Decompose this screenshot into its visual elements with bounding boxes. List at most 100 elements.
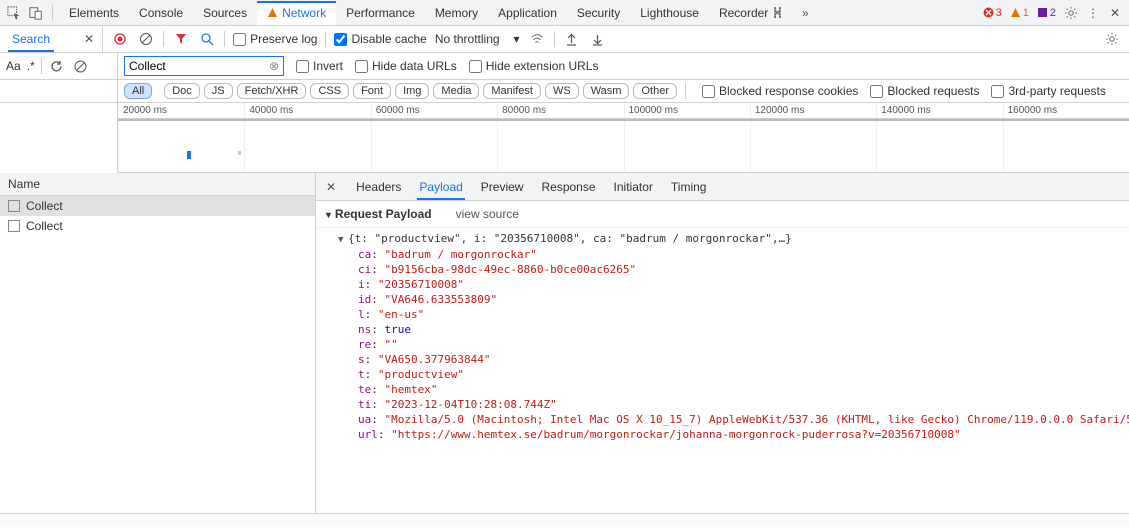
- export-har-icon[interactable]: [589, 30, 607, 48]
- tab-recorder[interactable]: Recorder: [709, 1, 793, 25]
- payload-property[interactable]: ca: "badrum / morgonrockar": [358, 247, 1117, 262]
- filter-input-field[interactable]: [129, 59, 269, 73]
- network-toolbar: Preserve log Disable cache No throttling…: [103, 26, 1129, 52]
- request-row[interactable]: Collect: [0, 216, 315, 236]
- tab-application[interactable]: Application: [488, 1, 567, 25]
- throttling-select[interactable]: No throttling ▾: [435, 32, 520, 46]
- payload-property[interactable]: t: "productview": [358, 367, 1117, 382]
- filter-row: Aa .* ⊗ Invert Hide data URLs Hide exten…: [0, 53, 1129, 80]
- request-list: Name CollectCollect: [0, 173, 316, 513]
- clear-icon[interactable]: [137, 30, 155, 48]
- hide-data-urls-checkbox[interactable]: Hide data URLs: [355, 59, 457, 73]
- blocked_req-checkbox[interactable]: Blocked requests: [870, 84, 979, 98]
- third_party-checkbox[interactable]: 3rd-party requests: [991, 84, 1105, 98]
- issues-badge[interactable]: 2: [1037, 7, 1056, 19]
- clear-search-icon[interactable]: [72, 57, 90, 75]
- close-search-icon[interactable]: ✕: [84, 32, 94, 46]
- type-pill-manifest[interactable]: Manifest: [483, 83, 541, 99]
- timeline-ruler[interactable]: 20000 ms40000 ms60000 ms80000 ms100000 m…: [118, 103, 1129, 119]
- tab-elements[interactable]: Elements: [59, 1, 129, 25]
- close-detail-icon[interactable]: ✕: [322, 180, 340, 194]
- timeline-tick: 80000 ms: [497, 103, 623, 118]
- tab-performance[interactable]: Performance: [336, 1, 425, 25]
- payload-property[interactable]: re: "": [358, 337, 1117, 352]
- type-pill-css[interactable]: CSS: [310, 83, 349, 99]
- hide-ext-urls-checkbox[interactable]: Hide extension URLs: [469, 59, 599, 73]
- type-pill-ws[interactable]: WS: [545, 83, 579, 99]
- payload-title: Request Payload: [335, 207, 432, 221]
- blocked_cookies-checkbox[interactable]: Blocked response cookies: [702, 84, 858, 98]
- type-pill-fetch-xhr[interactable]: Fetch/XHR: [237, 83, 307, 99]
- warnings-badge[interactable]: 1: [1010, 7, 1029, 19]
- separator: [554, 31, 555, 47]
- payload-property[interactable]: ns: true: [358, 322, 1117, 337]
- preserve-log-checkbox[interactable]: Preserve log: [233, 32, 317, 46]
- device-toggle-icon[interactable]: [26, 3, 46, 23]
- request-row[interactable]: Collect: [0, 196, 315, 216]
- filter-input[interactable]: ⊗: [124, 56, 284, 76]
- close-devtools-icon[interactable]: ✕: [1105, 3, 1125, 23]
- devtools-main-tabs: ElementsConsoleSourcesNetworkPerformance…: [0, 0, 1129, 26]
- search-tab-label[interactable]: Search: [8, 27, 54, 52]
- detail-tab-payload[interactable]: Payload: [417, 174, 464, 200]
- file-icon: [8, 200, 20, 212]
- payload-property[interactable]: ua: "Mozilla/5.0 (Macintosh; Intel Mac O…: [358, 412, 1117, 427]
- payload-property[interactable]: s: "VA650.377963844": [358, 352, 1117, 367]
- payload-property[interactable]: url: "https://www.hemtex.se/badrum/morgo…: [358, 427, 1117, 442]
- payload-property[interactable]: i: "20356710008": [358, 277, 1117, 292]
- payload-property[interactable]: l: "en-us": [358, 307, 1117, 322]
- payload-summary-row[interactable]: ▼{t: "productview", i: "20356710008", ca…: [338, 230, 1117, 247]
- main-content: Name CollectCollect ✕ Headers Payload Prev…: [0, 173, 1129, 513]
- detail-tab-timing[interactable]: Timing: [669, 174, 709, 200]
- type-pill-other[interactable]: Other: [633, 83, 677, 99]
- timeline-tick: 40000 ms: [244, 103, 370, 118]
- errors-badge[interactable]: 3: [983, 7, 1002, 19]
- type-pill-font[interactable]: Font: [353, 83, 391, 99]
- invert-checkbox[interactable]: Invert: [296, 59, 343, 73]
- payload-property[interactable]: te: "hemtex": [358, 382, 1117, 397]
- view-source-link[interactable]: view source: [456, 207, 519, 221]
- detail-tab-preview[interactable]: Preview: [479, 174, 526, 200]
- payload-section-header[interactable]: ▼Request Payload view source: [316, 201, 1129, 228]
- tab-console[interactable]: Console: [129, 1, 193, 25]
- tab-security[interactable]: Security: [567, 1, 630, 25]
- disable-cache-checkbox[interactable]: Disable cache: [334, 32, 426, 46]
- payload-property[interactable]: ci: "b9156cba-98dc-49ec-8860-b0ce00ac626…: [358, 262, 1117, 277]
- separator: [685, 83, 686, 99]
- match-case-toggle[interactable]: Aa: [6, 59, 21, 73]
- refresh-icon[interactable]: [48, 57, 66, 75]
- detail-tab-initiator[interactable]: Initiator: [612, 174, 655, 200]
- record-icon[interactable]: [111, 30, 129, 48]
- search-icon[interactable]: [198, 30, 216, 48]
- clear-filter-icon[interactable]: ⊗: [269, 59, 279, 73]
- payload-property[interactable]: ti: "2023-12-04T10:28:08.744Z": [358, 397, 1117, 412]
- tab-memory[interactable]: Memory: [425, 1, 488, 25]
- filter-icon[interactable]: [172, 30, 190, 48]
- network-conditions-icon[interactable]: [528, 30, 546, 48]
- type-pill-all[interactable]: All: [124, 83, 152, 99]
- network-settings-gear-icon[interactable]: [1103, 30, 1121, 48]
- file-icon: [8, 220, 20, 232]
- kebab-menu-icon[interactable]: ⋮: [1083, 3, 1103, 23]
- tab-lighthouse[interactable]: Lighthouse: [630, 1, 709, 25]
- inspect-icon[interactable]: [4, 3, 24, 23]
- detail-tab-response[interactable]: Response: [539, 174, 597, 200]
- payload-body: ▼{t: "productview", i: "20356710008", ca…: [316, 228, 1129, 450]
- import-har-icon[interactable]: [563, 30, 581, 48]
- more-tabs-icon[interactable]: »: [795, 3, 815, 23]
- payload-property[interactable]: id: "VA646.633553809": [358, 292, 1117, 307]
- type-pill-wasm[interactable]: Wasm: [583, 83, 630, 99]
- settings-gear-icon[interactable]: [1061, 3, 1081, 23]
- type-pill-doc[interactable]: Doc: [164, 83, 200, 99]
- tab-sources[interactable]: Sources: [193, 1, 257, 25]
- type-pill-media[interactable]: Media: [433, 83, 479, 99]
- regex-toggle[interactable]: .*: [27, 59, 35, 73]
- name-column-header[interactable]: Name: [0, 173, 315, 196]
- type-pill-js[interactable]: JS: [204, 83, 233, 99]
- type-pill-img[interactable]: Img: [395, 83, 429, 99]
- timeline-tick: 60000 ms: [371, 103, 497, 118]
- timeline-overview[interactable]: [118, 119, 1129, 173]
- detail-tab-headers[interactable]: Headers: [354, 174, 403, 200]
- tab-network[interactable]: Network: [257, 1, 336, 25]
- separator: [224, 31, 225, 47]
